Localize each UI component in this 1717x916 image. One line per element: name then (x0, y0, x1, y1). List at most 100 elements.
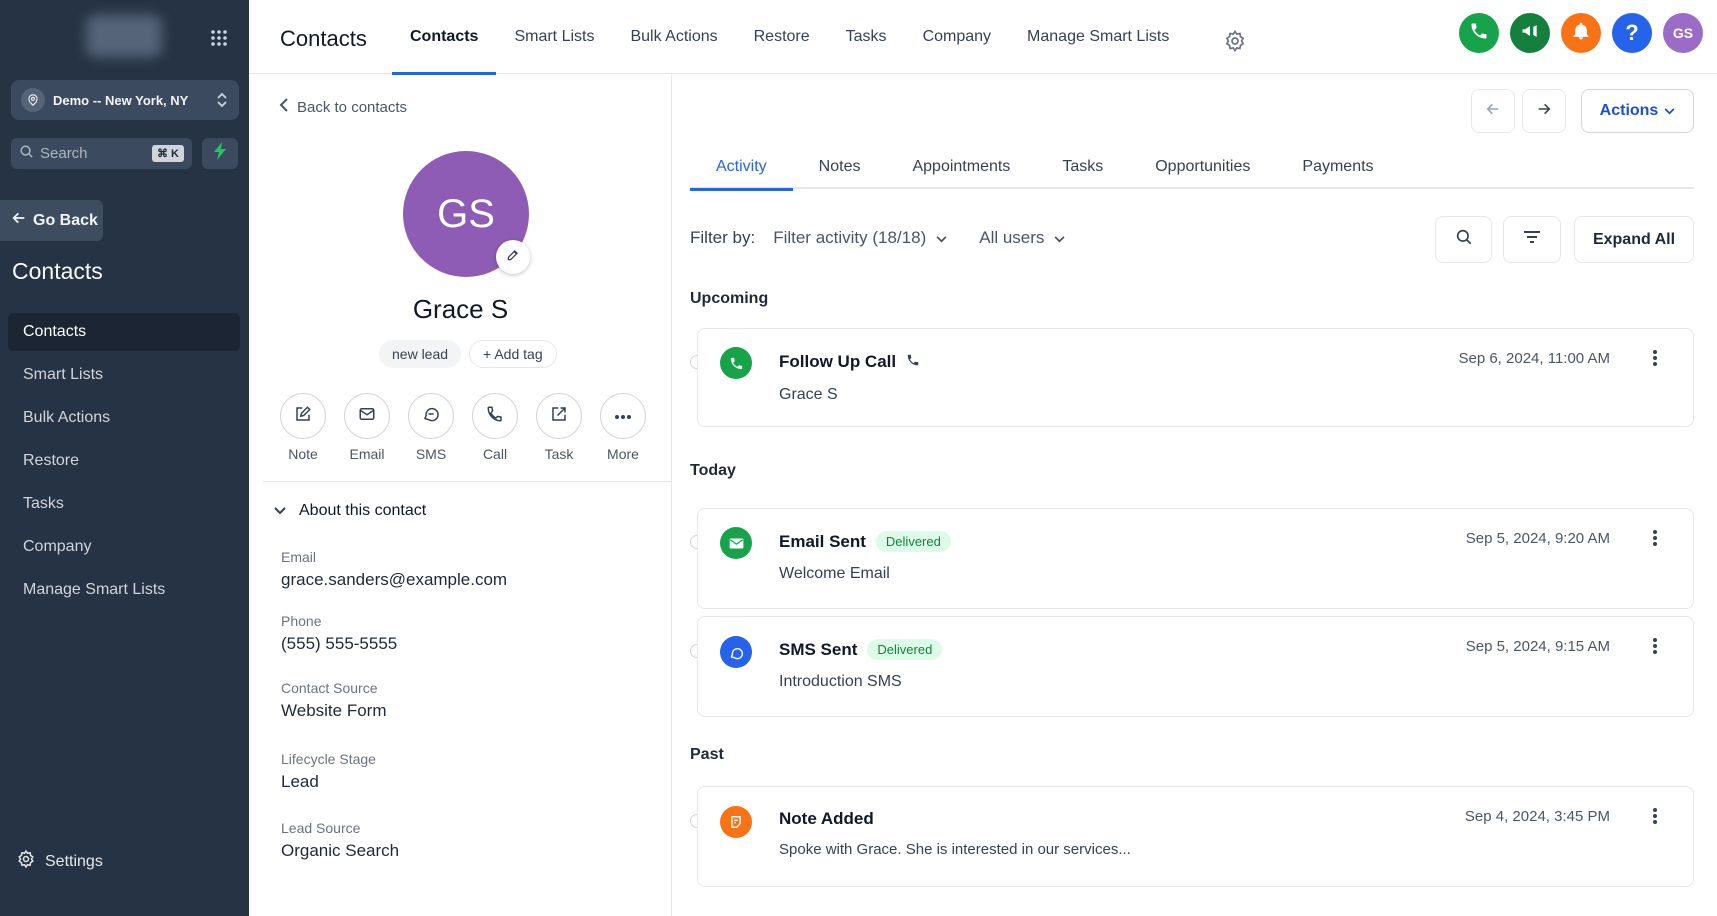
activity-tabs: Activity Notes Appointments Tasks Opport… (690, 145, 1694, 191)
activity-date: Sep 5, 2024, 9:20 AM (1465, 530, 1610, 547)
phone-icon (1469, 21, 1489, 46)
sidebar-item-smart-lists[interactable]: Smart Lists (8, 356, 240, 394)
quick-actions-button[interactable] (202, 138, 238, 169)
expand-all-button[interactable]: Expand All (1574, 216, 1694, 263)
activity-card-email-sent[interactable]: Email Sent Delivered Welcome Email Sep 5… (697, 508, 1694, 609)
activity-panel: Actions Activity Notes Appointments Task… (672, 75, 1717, 916)
go-back-button[interactable]: Go Back (0, 200, 103, 241)
filter-button[interactable] (1503, 216, 1561, 263)
tab-manage-smart-lists[interactable]: Manage Smart Lists (1009, 0, 1187, 74)
help-button[interactable]: ? (1612, 13, 1652, 53)
activity-card-note-added[interactable]: Note Added Spoke with Grace. She is inte… (697, 786, 1694, 887)
activity-subtitle: Spoke with Grace. She is interested in o… (779, 841, 1131, 858)
pencil-icon (506, 248, 520, 267)
actions-dropdown-button[interactable]: Actions (1581, 89, 1694, 133)
sidebar-item-restore[interactable]: Restore (8, 442, 240, 480)
kebab-menu-icon[interactable] (1651, 349, 1659, 367)
activity-title: Email Sent (779, 531, 866, 551)
field-value[interactable]: Lead (281, 772, 376, 792)
field-label: Contact Source (281, 680, 378, 696)
location-switcher[interactable]: Demo -- New York, NY (11, 80, 239, 120)
tab-payments[interactable]: Payments (1276, 145, 1399, 189)
tab-opportunities[interactable]: Opportunities (1129, 145, 1276, 189)
sidebar: Demo -- New York, NY Search ⌘ K Go Back … (0, 0, 249, 916)
sidebar-item-tasks[interactable]: Tasks (8, 485, 240, 523)
tab-company[interactable]: Company (905, 0, 1009, 74)
kebab-menu-icon[interactable] (1651, 807, 1659, 825)
sidebar-item-manage-smart-lists[interactable]: Manage Smart Lists (8, 571, 240, 609)
tab-smart-lists[interactable]: Smart Lists (496, 0, 612, 74)
tab-notes[interactable]: Notes (793, 145, 887, 189)
tab-appointments[interactable]: Appointments (886, 145, 1036, 189)
field-value[interactable]: grace.sanders@example.com (281, 570, 507, 590)
contacts-settings-gear-icon[interactable] (1223, 29, 1247, 58)
field-lead-source: Lead Source Organic Search (281, 820, 399, 861)
task-action-button[interactable]: Task (535, 393, 583, 462)
activity-card-follow-up-call[interactable]: Follow Up Call Grace S Sep 6, 2024, 11:0… (697, 328, 1694, 427)
more-action-button[interactable]: More (599, 393, 647, 462)
email-action-button[interactable]: Email (343, 393, 391, 462)
activity-title: Follow Up Call (779, 352, 897, 371)
kebab-menu-icon[interactable] (1651, 529, 1659, 547)
bell-icon (1571, 21, 1591, 46)
user-avatar[interactable]: GS (1663, 13, 1703, 53)
call-action-label: Call (482, 446, 508, 462)
call-action-button[interactable]: Call (471, 393, 519, 462)
tab-tasks[interactable]: Tasks (1036, 145, 1129, 189)
chevron-left-icon (279, 98, 297, 116)
gear-icon (16, 849, 45, 874)
back-to-contacts-label: Back to contacts (297, 98, 408, 116)
phone-button[interactable] (1459, 13, 1499, 53)
note-action-label: Note (288, 446, 318, 462)
filter-activity-value: Filter activity (18/18) (773, 228, 927, 247)
next-contact-button[interactable] (1522, 89, 1566, 133)
previous-contact-button[interactable] (1471, 89, 1515, 133)
sidebar-item-company[interactable]: Company (8, 528, 240, 566)
sidebar-item-contacts[interactable]: Contacts (8, 313, 240, 351)
megaphone-icon (1520, 21, 1540, 46)
tab-contacts[interactable]: Contacts (392, 0, 497, 75)
users-filter-dropdown[interactable]: All users (979, 228, 1065, 248)
activity-title: Note Added (779, 809, 874, 828)
settings-link[interactable]: Settings (16, 849, 103, 874)
add-tag-button[interactable]: + Add tag (469, 340, 557, 368)
activity-card-sms-sent[interactable]: SMS Sent Delivered Introduction SMS Sep … (697, 616, 1694, 717)
tab-bulk-actions[interactable]: Bulk Actions (612, 0, 735, 74)
arrow-right-icon (1536, 101, 1552, 122)
status-badge: Delivered (875, 531, 951, 552)
back-to-contacts-link[interactable]: Back to contacts (279, 98, 407, 116)
section-today: Today (690, 462, 736, 479)
app-grid-icon[interactable] (207, 26, 231, 50)
arrow-left-icon (11, 210, 33, 231)
go-back-label: Go Back (33, 211, 98, 229)
tab-tasks[interactable]: Tasks (828, 0, 905, 74)
field-phone: Phone (555) 555-5555 (281, 613, 397, 654)
location-icon (21, 88, 45, 112)
activity-subtitle: Welcome Email (779, 565, 890, 582)
chevron-updown-icon (215, 91, 229, 109)
section-past: Past (690, 746, 724, 763)
more-action-label: More (607, 446, 639, 462)
tag-chip[interactable]: new lead (379, 340, 462, 368)
activity-subtitle: Grace S (779, 386, 838, 403)
notifications-button[interactable] (1561, 13, 1601, 53)
note-action-button[interactable]: Note (279, 393, 327, 462)
about-contact-toggle[interactable]: About this contact (274, 502, 426, 520)
sms-action-button[interactable]: SMS (407, 393, 455, 462)
field-value[interactable]: Organic Search (281, 841, 399, 861)
sidebar-search-input[interactable]: Search ⌘ K (11, 138, 192, 169)
top-bar: Contacts Contacts Smart Lists Bulk Actio… (249, 0, 1717, 75)
announcements-button[interactable] (1510, 13, 1550, 53)
field-value[interactable]: (555) 555-5555 (281, 634, 397, 654)
note-icon (294, 405, 312, 428)
search-placeholder: Search (40, 145, 88, 162)
field-value[interactable]: Website Form (281, 701, 387, 721)
filter-activity-dropdown[interactable]: Filter activity (18/18) (773, 228, 947, 248)
sms-action-label: SMS (415, 446, 447, 462)
edit-avatar-button[interactable] (496, 240, 530, 274)
search-activity-button[interactable] (1435, 216, 1492, 263)
tab-restore[interactable]: Restore (736, 0, 828, 74)
kebab-menu-icon[interactable] (1651, 637, 1659, 655)
tab-activity[interactable]: Activity (690, 145, 793, 191)
sidebar-item-bulk-actions[interactable]: Bulk Actions (8, 399, 240, 437)
